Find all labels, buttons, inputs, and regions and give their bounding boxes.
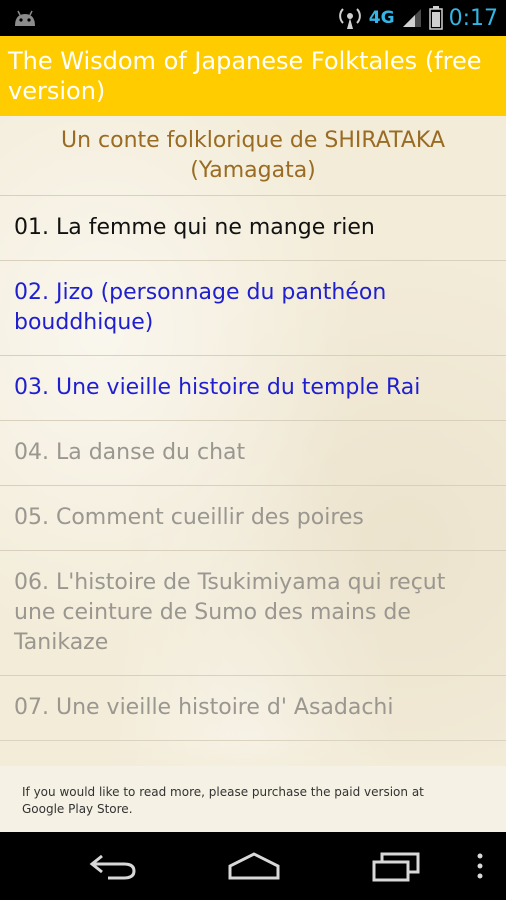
collection-header: Un conte folklorique de SHIRATAKA (Yamag…: [0, 116, 506, 196]
story-item-05[interactable]: 05. Comment cueillir des poires: [0, 486, 506, 551]
battery-icon: [428, 6, 443, 30]
story-item-03[interactable]: 03. Une vieille histoire du temple Rai: [0, 356, 506, 421]
purchase-notice: If you would like to read more, please p…: [0, 766, 506, 832]
home-icon[interactable]: [226, 850, 282, 882]
story-item-02[interactable]: 02. Jizo (personnage du panthéon bouddhi…: [0, 261, 506, 356]
story-title: 02. Jizo (personnage du panthéon bouddhi…: [14, 280, 387, 335]
story-item-07[interactable]: 07. Une vieille histoire d' Asadachi: [0, 676, 506, 741]
status-bar: 4G 0:17: [0, 0, 506, 36]
signal-strength-icon: [402, 9, 421, 27]
collection-title: Un conte folklorique de SHIRATAKA: [60, 128, 445, 153]
story-list-screen: Un conte folklorique de SHIRATAKA (Yamag…: [0, 116, 506, 832]
story-item-06[interactable]: 06. L'histoire de Tsukimiyama qui reçut …: [0, 551, 506, 676]
story-title: 06. L'histoire de Tsukimiyama qui reçut …: [14, 570, 446, 655]
story-title: 05. Comment cueillir des poires: [14, 505, 364, 530]
story-title: 03. Une vieille histoire du temple Rai: [14, 375, 421, 400]
network-type: 4G: [368, 8, 395, 28]
story-item-01[interactable]: 01. La femme qui ne mange rien: [0, 196, 506, 261]
story-title: 01. La femme qui ne mange rien: [14, 215, 375, 240]
signal-broadcast-icon: [338, 8, 361, 29]
android-icon: [15, 10, 35, 26]
story-title: 04. La danse du chat: [14, 440, 246, 465]
story-item-04[interactable]: 04. La danse du chat: [0, 421, 506, 486]
navigation-bar: [0, 832, 506, 900]
menu-icon[interactable]: [474, 850, 486, 882]
story-title: 07. Une vieille histoire d' Asadachi: [14, 695, 394, 720]
back-icon[interactable]: [88, 850, 138, 882]
status-clock: 0:17: [448, 5, 498, 31]
app-title-bar: The Wisdom of Japanese Folktales (free v…: [0, 36, 506, 116]
collection-region: (Yamagata): [190, 158, 316, 183]
recent-apps-icon[interactable]: [370, 850, 422, 882]
app-title: The Wisdom of Japanese Folktales (free v…: [8, 47, 482, 105]
